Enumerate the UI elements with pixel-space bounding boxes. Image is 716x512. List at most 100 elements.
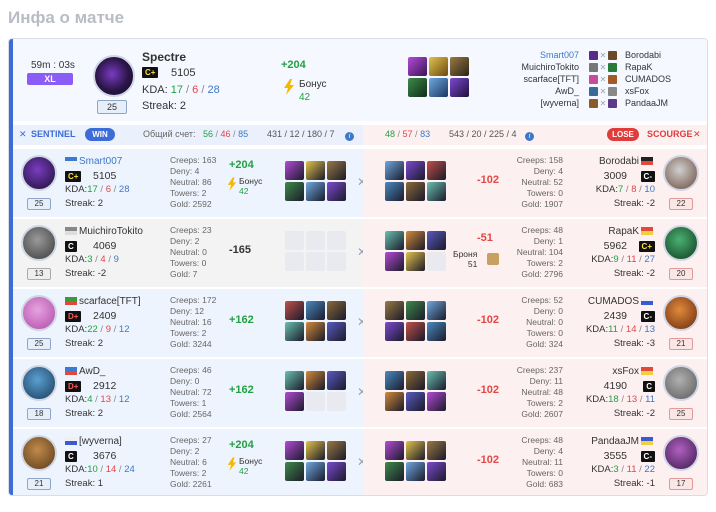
item-slot[interactable] — [427, 182, 446, 201]
item-slot[interactable] — [408, 78, 427, 97]
player-name[interactable]: Borodabi — [599, 156, 655, 167]
item-slot[interactable] — [327, 441, 346, 460]
player-link[interactable]: Borodabi — [625, 49, 705, 61]
player-link[interactable]: [wyverna] — [509, 97, 579, 109]
player-avatar[interactable] — [663, 155, 699, 191]
item-slot[interactable] — [285, 371, 304, 390]
hero-mini-icon — [588, 50, 598, 60]
info-icon[interactable]: i — [345, 130, 354, 141]
player-name[interactable]: scarface[TFT] — [65, 296, 141, 307]
player-link[interactable]: PandaaJM — [625, 97, 705, 109]
player-link[interactable]: CUMADOS — [625, 73, 705, 85]
item-slot[interactable] — [285, 161, 304, 180]
item-slot[interactable] — [385, 252, 404, 271]
item-slot[interactable] — [406, 252, 425, 271]
item-slot[interactable] — [306, 462, 325, 481]
stat-towers: Towers: 2 — [170, 328, 207, 338]
hero-avatar[interactable] — [93, 55, 135, 97]
item-slot[interactable] — [427, 392, 446, 411]
item-slot[interactable] — [327, 322, 346, 341]
item-slot[interactable] — [306, 371, 325, 390]
item-slot[interactable] — [450, 57, 469, 76]
item-slot[interactable] — [385, 182, 404, 201]
stat-creeps: Creeps: 48 — [521, 225, 563, 235]
item-slot[interactable] — [406, 371, 425, 390]
item-slot[interactable] — [406, 462, 425, 481]
item-slot[interactable] — [385, 322, 404, 341]
item-slot[interactable] — [427, 231, 446, 250]
item-slot[interactable] — [285, 322, 304, 341]
rank: C — [643, 381, 655, 392]
item-slot[interactable] — [427, 462, 446, 481]
item-slot[interactable] — [285, 301, 304, 320]
item-slot[interactable] — [427, 441, 446, 460]
player-name[interactable]: PandaaJM — [591, 436, 655, 447]
player-avatar[interactable] — [21, 435, 57, 471]
item-slot[interactable] — [406, 161, 425, 180]
item-slot[interactable] — [406, 322, 425, 341]
item-slot[interactable] — [408, 57, 427, 76]
item-slot[interactable] — [306, 182, 325, 201]
item-slot[interactable] — [406, 301, 425, 320]
bonus: Бонус 42 — [239, 176, 262, 196]
item-slot[interactable] — [427, 371, 446, 390]
item-slot[interactable] — [385, 231, 404, 250]
player-name[interactable]: Smart007 — [65, 156, 122, 167]
player-link[interactable]: scarface[TFT] — [509, 73, 579, 85]
item-slot[interactable] — [385, 441, 404, 460]
player-link[interactable]: Smart007 — [509, 49, 579, 61]
item-slot[interactable] — [327, 301, 346, 320]
item-slot[interactable] — [385, 301, 404, 320]
item-slot[interactable] — [285, 392, 304, 411]
player-avatar[interactable] — [663, 295, 699, 331]
player-name[interactable]: CUMADOS — [588, 296, 655, 307]
item-slot[interactable] — [406, 231, 425, 250]
item-slot[interactable] — [285, 441, 304, 460]
item-slot[interactable] — [306, 441, 325, 460]
player-name[interactable]: AwD_ — [65, 366, 106, 377]
player-avatar[interactable] — [21, 295, 57, 331]
item-slot[interactable] — [427, 322, 446, 341]
player-name[interactable]: MuichiroTokito — [65, 226, 143, 237]
player-avatar[interactable] — [663, 435, 699, 471]
player-link[interactable]: RapaK — [625, 61, 705, 73]
item-slot[interactable] — [385, 392, 404, 411]
item-slot[interactable] — [306, 161, 325, 180]
player-link[interactable]: AwD_ — [509, 85, 579, 97]
kills: 10 — [87, 464, 98, 475]
player-link[interactable]: MuichiroTokito — [509, 61, 579, 73]
player-avatar[interactable] — [663, 225, 699, 261]
item-slot[interactable] — [429, 57, 448, 76]
item-slot[interactable] — [306, 301, 325, 320]
player-link[interactable]: xsFox — [625, 85, 705, 97]
item-slot[interactable] — [427, 301, 446, 320]
item-slot[interactable] — [385, 371, 404, 390]
hero-mini-icon — [608, 98, 618, 108]
kda: KDA:17 / 6 / 28 — [65, 184, 130, 195]
deaths: 11 — [626, 254, 637, 265]
player-avatar[interactable] — [21, 225, 57, 261]
item-slot[interactable] — [406, 392, 425, 411]
item-slot[interactable] — [306, 322, 325, 341]
item-slot[interactable] — [285, 462, 304, 481]
player-avatar[interactable] — [21, 155, 57, 191]
item-slot[interactable] — [327, 161, 346, 180]
player-avatar[interactable] — [663, 365, 699, 401]
item-slot[interactable] — [427, 161, 446, 180]
item-slot[interactable] — [385, 161, 404, 180]
item-slot[interactable] — [327, 462, 346, 481]
item-slot[interactable] — [406, 441, 425, 460]
item-slot[interactable] — [327, 182, 346, 201]
player-avatar[interactable] — [21, 365, 57, 401]
item-slot[interactable] — [429, 78, 448, 97]
item-slot[interactable] — [450, 78, 469, 97]
player-name[interactable]: [wyverna] — [65, 436, 122, 447]
item-slot[interactable] — [327, 371, 346, 390]
item-slot[interactable] — [406, 182, 425, 201]
bonus-label: Бонус — [239, 176, 263, 186]
item-slot[interactable] — [385, 462, 404, 481]
player-name[interactable]: xsFox — [612, 366, 655, 377]
player-name[interactable]: RapaK — [608, 226, 655, 237]
info-icon[interactable]: i — [525, 130, 534, 141]
item-slot[interactable] — [285, 182, 304, 201]
